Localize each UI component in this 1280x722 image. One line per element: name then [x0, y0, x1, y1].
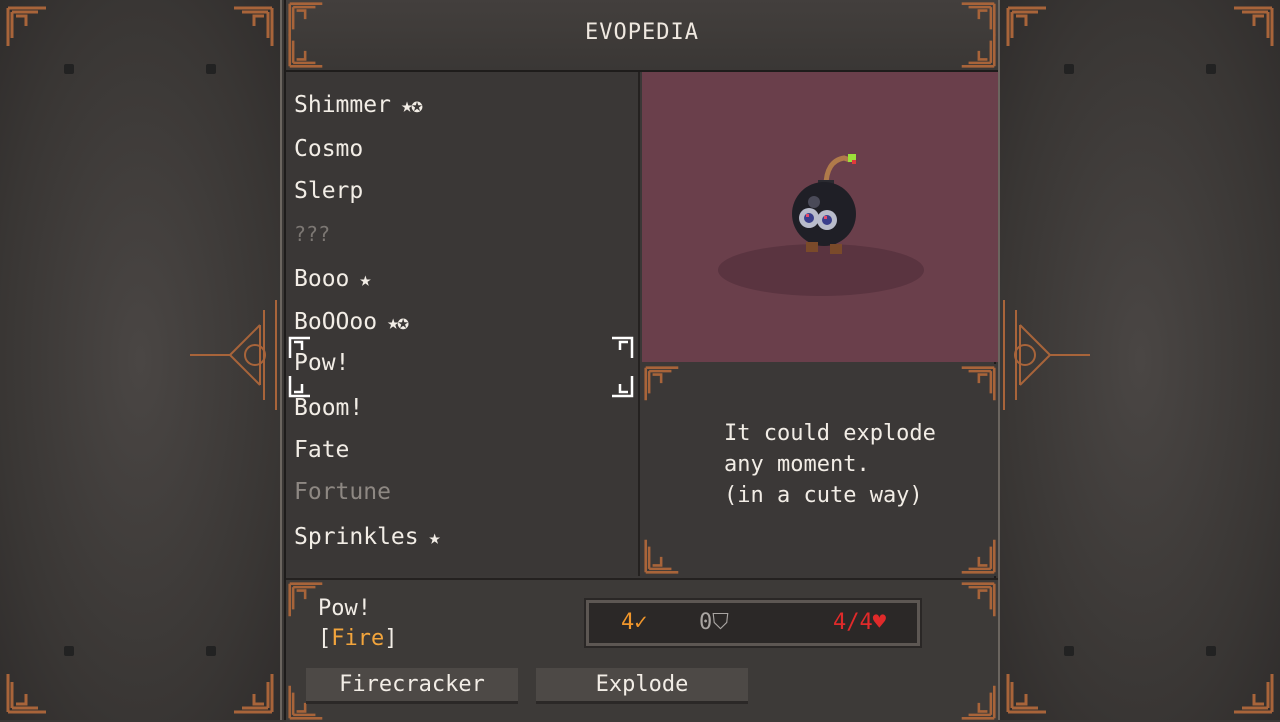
selected-creature-footer: Pow! [Fire] 4✓ 0⛉ 4/4♥ Firecracker Explo…	[286, 578, 998, 722]
list-item-label: Fate	[294, 437, 350, 463]
corner-ornament-icon	[232, 6, 274, 48]
list-item[interactable]: Boom!	[294, 395, 363, 421]
list-item[interactable]: Shimmer ★✪	[294, 92, 423, 118]
list-item-label: Fortune	[294, 479, 391, 505]
side-ornament-icon	[190, 290, 280, 420]
left-side-panel	[0, 0, 282, 720]
list-item-label: Slerp	[294, 178, 364, 204]
creature-portrait	[642, 72, 998, 362]
corner-ornament-icon	[960, 366, 996, 402]
attack-stat: 4✓	[621, 610, 648, 635]
stats-bar: 4✓ 0⛉ 4/4♥	[584, 598, 922, 648]
rivet	[1206, 646, 1216, 656]
rivet	[64, 646, 74, 656]
selection-cursor-icon	[288, 336, 312, 360]
star-icon: ★✪	[400, 93, 423, 117]
selection-cursor-icon	[288, 374, 312, 398]
description-panel: It could explode any moment. (in a cute …	[642, 364, 998, 576]
rivet	[206, 64, 216, 74]
list-item-label: Sprinkles	[294, 524, 419, 550]
corner-ornament-icon	[960, 538, 996, 574]
selected-creature-type: [Fire]	[318, 626, 398, 651]
skill-explode-button[interactable]: Explode	[536, 668, 748, 704]
defense-stat: 0⛉	[699, 610, 729, 635]
list-item-label: ???	[294, 222, 331, 246]
corner-ornament-icon	[960, 684, 996, 720]
sword-icon: ✓	[634, 610, 648, 635]
list-item-label: BoOOoo	[294, 309, 378, 335]
creature-list[interactable]: Shimmer ★✪ Cosmo Slerp ??? Booo ★ BoOOoo ★✪…	[286, 72, 640, 576]
side-ornament-icon	[1000, 290, 1090, 420]
list-item[interactable]: Cosmo	[294, 136, 363, 162]
rivet	[1064, 64, 1074, 74]
list-item[interactable]: Booo ★	[294, 266, 371, 292]
skill-firecracker-button[interactable]: Firecracker	[306, 668, 518, 704]
corner-ornament-icon	[960, 582, 996, 618]
bomb-creature-icon	[792, 154, 856, 254]
corner-ornament-icon	[6, 6, 48, 48]
list-item-label: Cosmo	[294, 136, 364, 162]
list-item[interactable]: Sprinkles ★	[294, 524, 441, 550]
selection-cursor-icon	[610, 336, 634, 360]
star-icon: ★	[428, 525, 441, 549]
selected-creature-name: Pow!	[318, 596, 371, 621]
heart-icon: ♥	[872, 610, 886, 635]
hp-stat: 4/4♥	[833, 610, 886, 635]
right-side-panel	[998, 0, 1280, 720]
corner-ornament-icon	[1232, 6, 1274, 48]
rivet	[1206, 64, 1216, 74]
corner-ornament-icon	[232, 672, 274, 714]
list-item[interactable]: Fate	[294, 437, 349, 463]
description-text: It could explode any moment. (in a cute …	[724, 421, 936, 508]
corner-ornament-icon	[644, 366, 680, 402]
rivet	[1064, 646, 1074, 656]
rivet	[64, 64, 74, 74]
list-item[interactable]: Slerp	[294, 178, 363, 204]
list-item[interactable]: BoOOoo ★✪	[294, 309, 409, 335]
corner-ornament-icon	[1006, 672, 1048, 714]
star-icon: ★	[359, 267, 371, 291]
page-title: EVOPEDIA	[585, 20, 699, 45]
list-item-label: Shimmer	[294, 92, 391, 118]
list-item[interactable]: ???	[294, 222, 330, 246]
header: EVOPEDIA	[286, 0, 998, 72]
list-item-label: Booo	[294, 266, 350, 292]
shield-icon: ⛉	[712, 610, 729, 635]
rivet	[206, 646, 216, 656]
corner-ornament-icon	[1232, 672, 1274, 714]
evopedia-window: EVOPEDIA Shimmer ★✪ Cosmo Slerp ??? Booo ★…	[284, 0, 998, 722]
list-item[interactable]: Fortune	[294, 479, 391, 505]
selection-cursor-icon	[610, 374, 634, 398]
corner-ornament-icon	[1006, 6, 1048, 48]
star-icon: ★✪	[387, 310, 409, 334]
list-item-label: Boom!	[294, 395, 364, 421]
corner-ornament-icon	[644, 538, 680, 574]
corner-ornament-icon	[6, 672, 48, 714]
